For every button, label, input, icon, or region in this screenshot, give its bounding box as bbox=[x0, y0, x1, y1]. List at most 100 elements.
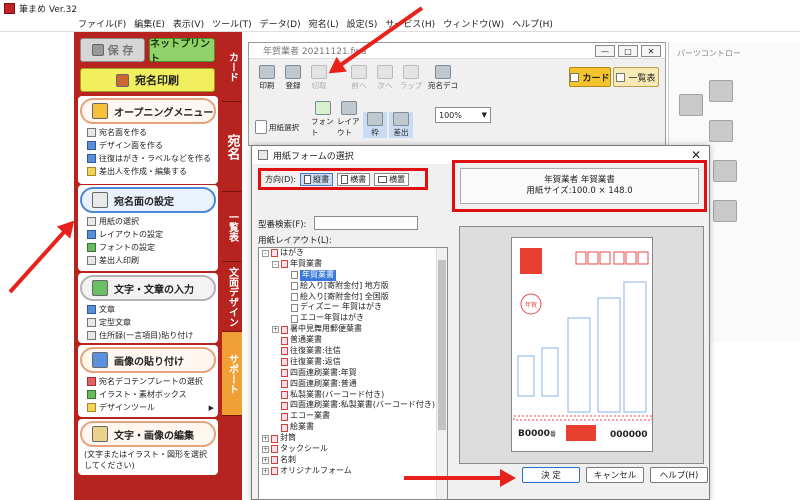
tree-row[interactable]: 私製業書(バーコード付き) bbox=[259, 390, 447, 401]
tree-row[interactable]: 四面連刷業書:年賀 bbox=[259, 368, 447, 379]
collapse-icon[interactable]: - bbox=[262, 249, 269, 257]
sender-print-item[interactable]: 差出人印刷 bbox=[78, 254, 218, 267]
menu-settings[interactable]: 設定(S) bbox=[347, 17, 378, 30]
section-header-text[interactable]: 文字・文章の入力 bbox=[80, 275, 216, 301]
font-setting-item[interactable]: フォントの設定 bbox=[78, 241, 218, 254]
expand-icon[interactable]: + bbox=[262, 456, 269, 464]
card-tab[interactable]: カード bbox=[569, 67, 611, 87]
tab-design[interactable]: 文面デザイン bbox=[222, 262, 242, 332]
font-tool[interactable]: フォント bbox=[311, 101, 335, 138]
address-print-button[interactable]: 宛名印刷 bbox=[80, 68, 215, 92]
help-button[interactable]: ヘルプ(H) bbox=[650, 467, 708, 483]
deco-template-item[interactable]: 宛名デコテンプレートの選択 bbox=[78, 375, 218, 388]
next-tool[interactable]: 次へ bbox=[373, 65, 397, 91]
orientation-landscape-button[interactable]: 横置 bbox=[374, 172, 410, 186]
template-sentence-item[interactable]: 定型文章 bbox=[78, 316, 218, 329]
menu-edit[interactable]: 編集(E) bbox=[134, 17, 165, 30]
create-return-card[interactable]: 往復はがき・ラベルなどを作る bbox=[78, 152, 218, 165]
tab-address[interactable]: 宛名 bbox=[222, 102, 242, 192]
tree-row[interactable]: - はがき bbox=[259, 248, 447, 259]
list-tab[interactable]: 一覧表 bbox=[613, 67, 659, 87]
menu-help[interactable]: ヘルプ(H) bbox=[512, 17, 553, 30]
scroll-thumb[interactable] bbox=[438, 260, 446, 430]
orientation-vertical-button[interactable]: 縦書 bbox=[300, 172, 334, 186]
tree-row[interactable]: 年賀業書 bbox=[259, 269, 447, 281]
tab-card[interactable]: カード bbox=[222, 32, 242, 102]
cancel-button[interactable]: キャンセル bbox=[586, 467, 644, 483]
sentence-item[interactable]: 文章 bbox=[78, 303, 218, 316]
tree-row[interactable]: エコー年賀はがき bbox=[259, 313, 447, 324]
tree-row[interactable]: 四面連刷業書:私製業書(バーコード付き) bbox=[259, 400, 447, 411]
menu-file[interactable]: ファイル(F) bbox=[78, 17, 126, 30]
orientation-horizontal-button[interactable]: 横書 bbox=[337, 172, 371, 186]
tab-support[interactable]: サポート bbox=[222, 332, 242, 416]
prev-tool[interactable]: 前へ bbox=[347, 65, 371, 91]
tree-row[interactable]: エコー業書 bbox=[259, 411, 447, 422]
expand-icon[interactable]: + bbox=[262, 467, 269, 475]
parts-up-button[interactable] bbox=[709, 80, 733, 102]
expand-icon[interactable]: + bbox=[262, 445, 269, 453]
print-tool[interactable]: 印刷 bbox=[255, 65, 279, 91]
parts-down-button[interactable] bbox=[709, 120, 733, 142]
tree-row[interactable]: + 暑中見舞用郵便葉書 bbox=[259, 324, 447, 335]
address-deco-tool[interactable]: 宛名デコ bbox=[425, 65, 461, 91]
model-search-input[interactable] bbox=[314, 216, 418, 230]
design-tool-item[interactable]: デザインツール ▶ bbox=[78, 401, 218, 414]
menu-tools[interactable]: ツール(T) bbox=[212, 17, 252, 30]
tree-row[interactable]: 絵入り[寄附金付] 全国版 bbox=[259, 292, 447, 303]
paper-select-item[interactable]: 用紙の選択 bbox=[78, 215, 218, 228]
minimize-button[interactable]: — bbox=[595, 45, 615, 57]
netprint-button[interactable]: ネットプリント bbox=[149, 38, 215, 65]
paper-layout-tree[interactable]: - はがき - 年賀業書 年賀業書 絵入り[寄附金付] 地方版 絵入り[寄附金付] 全国版デ… bbox=[258, 247, 448, 500]
flap-tool[interactable]: ラップ bbox=[399, 65, 423, 91]
tree-row[interactable]: - 年賀業書 bbox=[259, 259, 447, 270]
sender-tool[interactable]: 差出 bbox=[389, 112, 413, 138]
tree-row[interactable]: 往復業書:往信 bbox=[259, 346, 447, 357]
illustration-box-item[interactable]: イラスト・素材ボックス bbox=[78, 388, 218, 401]
save-button[interactable]: 保 存 bbox=[80, 38, 145, 62]
section-header-image[interactable]: 画像の貼り付け bbox=[80, 347, 216, 373]
edit-sender[interactable]: 差出人を作成・編集する bbox=[78, 165, 218, 178]
tree-row[interactable]: + 名刺 bbox=[259, 455, 447, 466]
tree-row[interactable]: ディズニー 年賀はがき bbox=[259, 302, 447, 313]
tree-row-label: 四面連刷業書:年賀 bbox=[290, 367, 357, 377]
create-address-side[interactable]: 宛名面を作る bbox=[78, 126, 218, 139]
address-paste-item[interactable]: 住所録(一言項目)貼り付け bbox=[78, 329, 218, 342]
tree-row[interactable]: 往復業書:返信 bbox=[259, 357, 447, 368]
expand-icon[interactable]: + bbox=[272, 326, 279, 334]
parts-button[interactable] bbox=[713, 160, 737, 182]
tree-scrollbar[interactable] bbox=[436, 248, 447, 499]
menu-view[interactable]: 表示(V) bbox=[173, 17, 204, 30]
create-design-side[interactable]: デザイン面を作る bbox=[78, 139, 218, 152]
section-header-edit[interactable]: 文字・画像の編集 bbox=[80, 421, 216, 447]
tree-row[interactable]: 絵業書 bbox=[259, 422, 447, 433]
collapse-icon[interactable]: - bbox=[272, 260, 279, 268]
register-tool[interactable]: 登録 bbox=[281, 65, 305, 91]
layout-setting-item[interactable]: レイアウトの設定 bbox=[78, 228, 218, 241]
layout-tool[interactable]: レイアウト bbox=[337, 101, 361, 138]
ok-button[interactable]: 決 定 bbox=[522, 467, 580, 483]
section-header-opening[interactable]: オープニングメニュー bbox=[80, 98, 216, 124]
close-button[interactable]: ✕ bbox=[641, 45, 661, 57]
menu-window[interactable]: ウィンドウ(W) bbox=[443, 17, 504, 30]
tree-row[interactable]: 絵入り[寄附金付] 地方版 bbox=[259, 281, 447, 292]
tool-label: 前へ bbox=[351, 81, 367, 90]
paper-name: 年賀業者 年賀業書 bbox=[544, 175, 615, 185]
tree-row[interactable]: + 封筒 bbox=[259, 433, 447, 444]
expand-icon[interactable]: + bbox=[262, 435, 269, 443]
zoom-select[interactable]: 100% ▼ bbox=[435, 107, 491, 123]
menu-data[interactable]: データ(D) bbox=[260, 17, 301, 30]
tree-row[interactable]: 四面連刷業書:普通 bbox=[259, 379, 447, 390]
section-header-address[interactable]: 宛名面の設定 bbox=[80, 187, 216, 213]
paper-select-tool[interactable]: 用紙選択 bbox=[255, 116, 309, 138]
tree-row[interactable]: + タックシール bbox=[259, 444, 447, 455]
tree-row[interactable]: 普通業書 bbox=[259, 335, 447, 346]
card-icon bbox=[570, 72, 580, 82]
tab-list[interactable]: 一覧表 bbox=[222, 192, 242, 262]
menu-address[interactable]: 宛名(L) bbox=[309, 17, 339, 30]
parts-button[interactable] bbox=[713, 200, 737, 222]
parts-left-button[interactable] bbox=[679, 94, 703, 116]
section-title: 宛名面の設定 bbox=[114, 196, 174, 208]
maximize-button[interactable]: □ bbox=[618, 45, 638, 57]
frame-tool[interactable]: 枠 bbox=[363, 112, 387, 138]
